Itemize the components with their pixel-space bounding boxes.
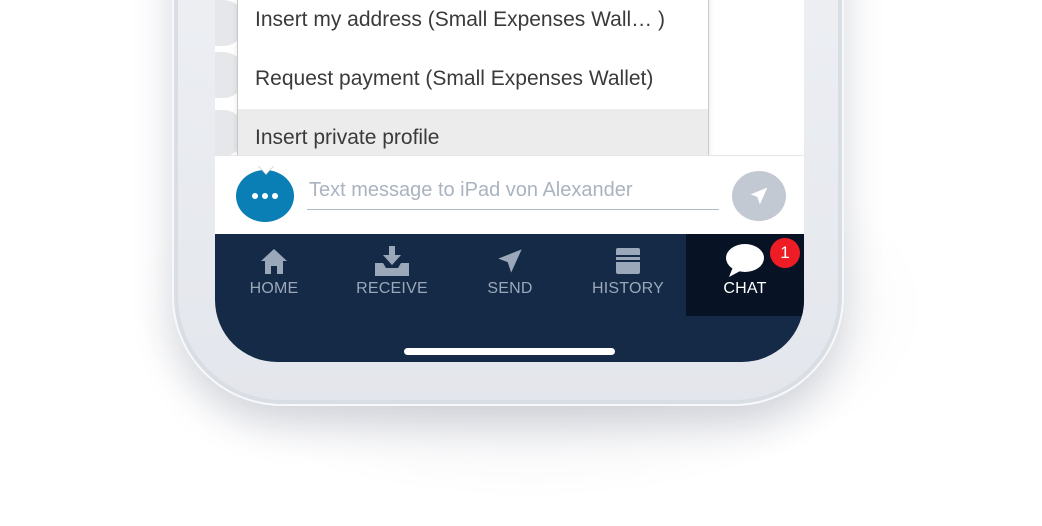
home-indicator <box>404 348 615 355</box>
chat-bubble-icon <box>726 244 764 277</box>
send-message-button[interactable] <box>732 171 786 221</box>
paper-plane-icon <box>750 187 768 205</box>
tab-label: CHAT <box>723 280 767 297</box>
phone-screen: Insert my address (Small Expenses Wall… … <box>215 0 804 362</box>
menu-item-label: Request payment (Small Expenses Wallet) <box>255 67 654 90</box>
menu-pointer <box>258 165 274 174</box>
menu-item-request-payment[interactable]: Request payment (Small Expenses Wallet) <box>238 50 708 108</box>
more-dots-icon <box>252 193 278 199</box>
tab-receive[interactable]: RECEIVE <box>333 234 451 316</box>
menu-item-label: Insert my address (Small Expenses Wall… … <box>255 8 666 31</box>
unread-badge: 1 <box>770 238 800 268</box>
message-composer <box>215 156 804 234</box>
chat-area: Insert my address (Small Expenses Wall… … <box>215 0 804 167</box>
paper-plane-icon <box>498 249 522 273</box>
tab-label: RECEIVE <box>356 280 428 297</box>
tab-chat[interactable]: CHAT 1 <box>686 234 804 316</box>
download-icon <box>375 246 409 276</box>
tab-history[interactable]: HISTORY <box>569 234 687 316</box>
tab-label: HOME <box>249 280 299 297</box>
menu-item-insert-address[interactable]: Insert my address (Small Expenses Wall… … <box>238 0 708 49</box>
menu-item-label: Insert private profile <box>255 126 440 149</box>
tab-send[interactable]: SEND <box>451 234 569 316</box>
tab-home[interactable]: HOME <box>215 234 333 316</box>
actions-menu: Insert my address (Small Expenses Wall… … <box>237 0 709 167</box>
bottom-tab-bar: HOME RECEIVE SEND HISTORY CHAT 1 <box>215 234 804 362</box>
tab-label: HISTORY <box>592 280 664 297</box>
more-actions-button[interactable] <box>236 170 294 222</box>
archive-icon <box>616 248 640 274</box>
tab-label: SEND <box>487 280 533 297</box>
message-input[interactable] <box>307 172 719 210</box>
home-icon <box>261 249 287 274</box>
